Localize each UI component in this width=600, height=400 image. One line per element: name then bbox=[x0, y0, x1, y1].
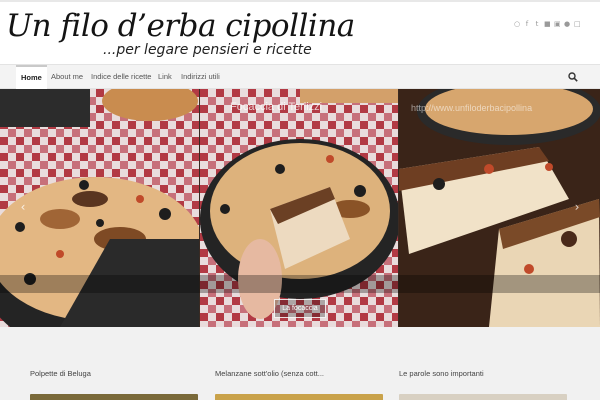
post-thumbnail[interactable] bbox=[30, 394, 198, 400]
main-nav: Home About me Indice delle ricette Link … bbox=[0, 64, 600, 89]
image-slider[interactable]: Focaccia di Terlizzi http://www.unfilode… bbox=[0, 89, 600, 327]
instagram-icon[interactable]: ▣ bbox=[554, 21, 561, 28]
pinterest-icon[interactable]: ● bbox=[564, 21, 570, 28]
recent-posts: Polpette di Beluga Melanzane sott'olio (… bbox=[0, 327, 600, 400]
social-icons: ○ f t ■ ▣ ● □ bbox=[514, 21, 581, 28]
post-thumbnail[interactable] bbox=[399, 394, 567, 400]
post-title[interactable]: Le parole sono importanti bbox=[399, 369, 484, 378]
rss-icon[interactable]: ○ bbox=[514, 21, 520, 28]
email-icon[interactable]: □ bbox=[574, 21, 581, 28]
twitter-icon[interactable]: t bbox=[534, 21, 540, 28]
post-thumbnail[interactable] bbox=[215, 394, 383, 400]
nav-item-indirizzi-utili[interactable]: Indirizzi utili bbox=[181, 65, 220, 89]
flickr-icon[interactable]: ■ bbox=[544, 21, 551, 28]
site-header: Un filo d’erba cipollina ...per legare p… bbox=[0, 0, 600, 64]
post-title[interactable]: Polpette di Beluga bbox=[30, 369, 91, 378]
slide-read-more-button[interactable]: La focaccia bbox=[274, 299, 326, 318]
slider-caption-band bbox=[0, 275, 600, 293]
slider-next-arrow[interactable]: › bbox=[572, 200, 582, 214]
nav-item-indice-ricette[interactable]: Indice delle ricette bbox=[91, 65, 151, 89]
nav-item-home[interactable]: Home bbox=[16, 65, 47, 89]
nav-item-link[interactable]: Link bbox=[158, 65, 172, 89]
site-tagline: ...per legare pensieri e ricette bbox=[103, 42, 312, 58]
slide-caption: Focaccia di Terlizzi bbox=[230, 101, 323, 113]
facebook-icon[interactable]: f bbox=[524, 21, 530, 28]
search-icon[interactable] bbox=[568, 72, 578, 82]
slider-prev-arrow[interactable]: ‹ bbox=[18, 200, 28, 214]
site-title[interactable]: Un filo d’erba cipollina bbox=[6, 8, 355, 44]
nav-item-about-me[interactable]: About me bbox=[51, 65, 83, 89]
post-title[interactable]: Melanzane sott'olio (senza cott... bbox=[215, 369, 324, 378]
slide-watermark: http://www.unfiloderbacipollina bbox=[411, 103, 533, 113]
page: Un filo d’erba cipollina ...per legare p… bbox=[0, 0, 600, 400]
